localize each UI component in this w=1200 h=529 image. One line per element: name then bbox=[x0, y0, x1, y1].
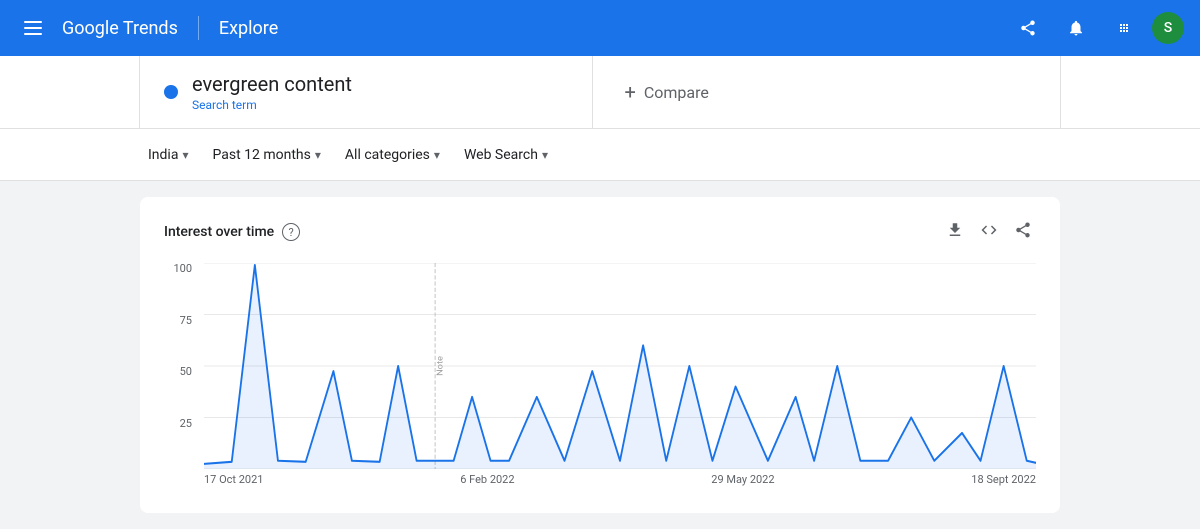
search-right-pad bbox=[1060, 56, 1200, 128]
search-type-label: Web Search bbox=[464, 147, 538, 163]
region-arrow-icon: ▾ bbox=[182, 148, 188, 162]
x-label-may: 29 May 2022 bbox=[711, 473, 774, 493]
categories-arrow-icon: ▾ bbox=[434, 148, 440, 162]
x-label-oct: 17 Oct 2021 bbox=[204, 473, 263, 493]
download-icon[interactable] bbox=[942, 217, 968, 247]
menu-icon[interactable] bbox=[16, 8, 50, 48]
share-icon[interactable] bbox=[1008, 8, 1048, 48]
x-axis-labels: 17 Oct 2021 6 Feb 2022 29 May 2022 18 Se… bbox=[204, 473, 1036, 493]
search-term-name: evergreen content bbox=[192, 72, 352, 96]
categories-filter[interactable]: All categories ▾ bbox=[337, 141, 448, 169]
card-header: Interest over time ? bbox=[164, 217, 1036, 247]
embed-icon[interactable] bbox=[976, 217, 1002, 247]
y-label-25: 25 bbox=[180, 418, 192, 429]
search-left-pad bbox=[0, 56, 140, 128]
header-icons: S bbox=[1008, 8, 1184, 48]
apps-icon[interactable] bbox=[1104, 8, 1144, 48]
notification-icon[interactable] bbox=[1056, 8, 1096, 48]
search-term-section[interactable]: evergreen content Search term bbox=[140, 56, 593, 128]
card-actions bbox=[942, 217, 1036, 247]
card-title-area: Interest over time ? bbox=[164, 223, 300, 241]
categories-label: All categories bbox=[345, 147, 430, 163]
logo-text: Google Trends bbox=[62, 18, 178, 39]
time-range-filter[interactable]: Past 12 months ▾ bbox=[205, 141, 329, 169]
header: Google Trends Explore S bbox=[0, 0, 1200, 56]
time-arrow-icon: ▾ bbox=[315, 148, 321, 162]
compare-section[interactable]: + Compare bbox=[593, 56, 1061, 128]
y-axis: 100 75 50 25 bbox=[164, 263, 200, 469]
share-chart-icon[interactable] bbox=[1010, 217, 1036, 247]
logo: Google Trends bbox=[62, 18, 178, 39]
search-type-filter[interactable]: Web Search ▾ bbox=[456, 141, 556, 169]
x-label-sep: 18 Sept 2022 bbox=[971, 473, 1036, 493]
chart-inner: Note bbox=[204, 263, 1036, 469]
interest-over-time-card: Interest over time ? bbox=[140, 197, 1060, 513]
y-label-75: 75 bbox=[180, 315, 192, 326]
explore-label: Explore bbox=[219, 18, 278, 39]
search-term-info: evergreen content Search term bbox=[192, 72, 352, 112]
y-label-100: 100 bbox=[173, 263, 192, 274]
x-label-feb: 6 Feb 2022 bbox=[460, 473, 514, 493]
compare-plus-icon: + bbox=[625, 80, 636, 104]
compare-label: Compare bbox=[644, 83, 709, 102]
time-range-label: Past 12 months bbox=[213, 147, 311, 163]
header-divider bbox=[198, 16, 199, 40]
card-title: Interest over time bbox=[164, 224, 274, 240]
search-term-dot bbox=[164, 85, 178, 99]
help-icon[interactable]: ? bbox=[282, 223, 300, 241]
search-term-type: Search term bbox=[192, 98, 352, 112]
region-label: India bbox=[148, 147, 178, 163]
chart-area: 100 75 50 25 Note bbox=[164, 263, 1036, 493]
svg-text:Note: Note bbox=[436, 356, 445, 376]
y-label-50: 50 bbox=[180, 366, 192, 377]
search-type-arrow-icon: ▾ bbox=[542, 148, 548, 162]
filter-bar: India ▾ Past 12 months ▾ All categories … bbox=[0, 129, 1200, 181]
main-content: Interest over time ? bbox=[0, 181, 1200, 529]
search-area: evergreen content Search term + Compare bbox=[0, 56, 1200, 129]
region-filter[interactable]: India ▾ bbox=[140, 141, 197, 169]
avatar[interactable]: S bbox=[1152, 12, 1184, 44]
